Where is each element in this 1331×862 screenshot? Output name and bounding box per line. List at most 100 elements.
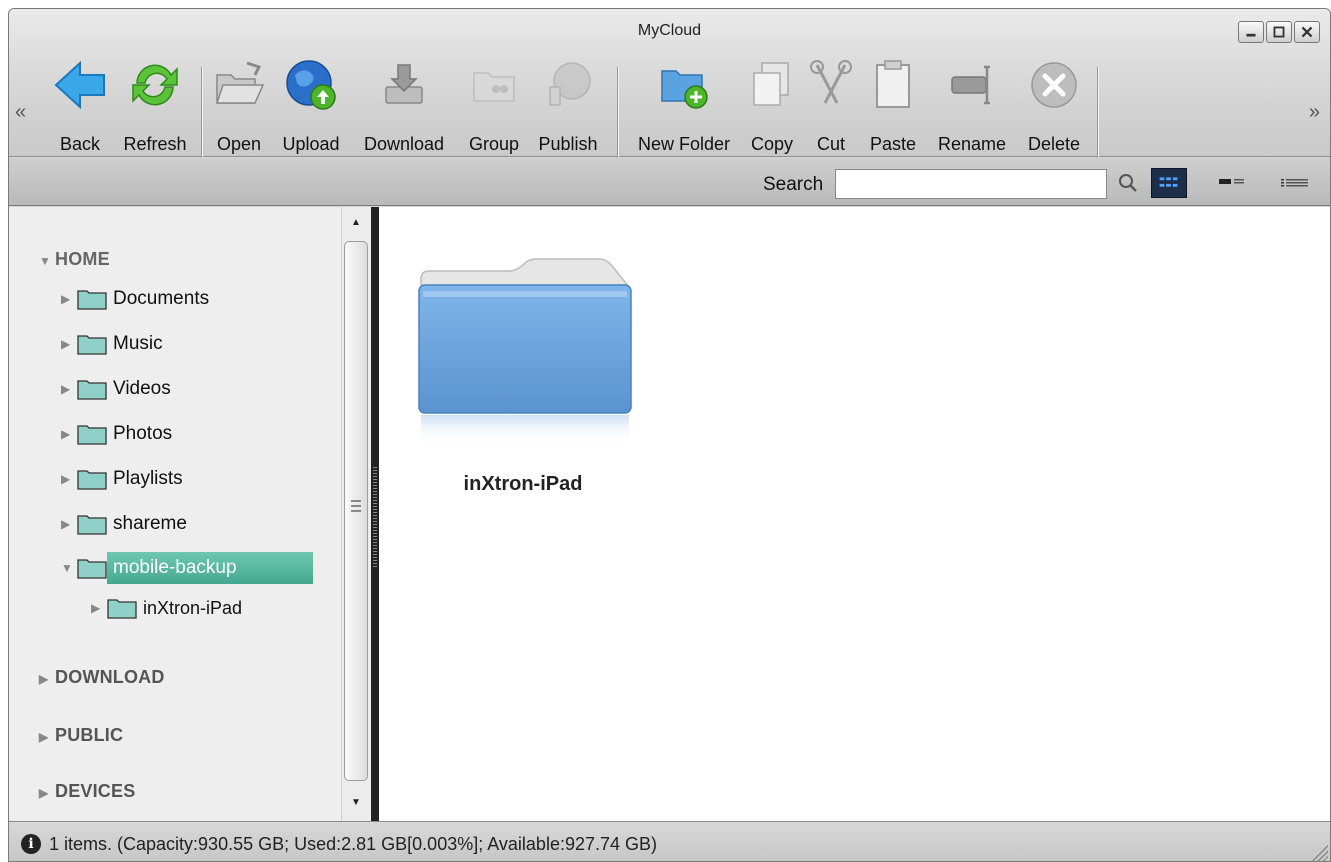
- group-icon: [473, 72, 515, 102]
- close-icon: [1301, 26, 1313, 38]
- minimize-button[interactable]: [1238, 21, 1264, 43]
- tree-item-label: mobile-backup: [107, 552, 313, 584]
- scroll-up-icon[interactable]: ▲: [351, 217, 361, 228]
- rename-button[interactable]: Rename: [927, 49, 1017, 154]
- open-button[interactable]: Open: [209, 49, 269, 154]
- folder-icon: [77, 380, 107, 400]
- tree-item-label: Documents: [113, 288, 210, 309]
- tree-item-playlists[interactable]: ▶ Playlists: [61, 464, 183, 494]
- copy-label: Copy: [750, 134, 794, 154]
- file-content-area: inXtron-iPad: [379, 207, 1330, 821]
- collapsed-arrow-icon: ▶: [61, 292, 71, 306]
- collapsed-arrow-icon: ▶: [61, 337, 71, 351]
- folder-icon: [77, 425, 107, 445]
- scrollbar-thumb[interactable]: [344, 241, 368, 781]
- refresh-label: Refresh: [123, 134, 187, 154]
- tree-section-label: PUBLIC: [55, 725, 124, 745]
- paste-label: Paste: [869, 134, 917, 154]
- toolbar-scroll-left[interactable]: «: [15, 101, 26, 124]
- refresh-button[interactable]: Refresh: [117, 49, 193, 154]
- download-label: Download: [363, 134, 445, 154]
- folder-name-label[interactable]: inXtron-iPad: [393, 473, 653, 496]
- tree-item-videos[interactable]: ▶ Videos: [61, 374, 171, 404]
- folder-icon: [77, 290, 107, 310]
- tree-section-download[interactable]: ▶ DOWNLOAD: [39, 667, 165, 688]
- info-icon: i: [21, 834, 41, 854]
- large-folder-icon[interactable]: [417, 257, 633, 452]
- mycloud-window: MyCloud « » Back Refresh Open Upload Dow…: [8, 8, 1331, 862]
- tree-item-photos[interactable]: ▶ Photos: [61, 419, 172, 449]
- tree-item-mobile-backup[interactable]: ▼ mobile-backup: [61, 552, 313, 584]
- download-button[interactable]: Download: [353, 49, 455, 154]
- tree-item-label: Music: [113, 333, 163, 354]
- icon-view-button[interactable]: [1151, 168, 1187, 198]
- tree-item-documents[interactable]: ▶ Documents: [61, 284, 209, 314]
- group-button[interactable]: Group: [461, 49, 527, 154]
- tree-item-label: Playlists: [113, 468, 183, 489]
- grip-icon: [351, 500, 361, 512]
- scroll-down-icon[interactable]: ▼: [351, 797, 361, 808]
- splitter-grip: [373, 467, 377, 567]
- detail-view-icon: [1281, 179, 1308, 187]
- folder-icon: [77, 335, 107, 355]
- tree-section-devices[interactable]: ▶ DEVICES: [39, 781, 135, 802]
- group-label: Group: [468, 134, 520, 154]
- new-folder-button[interactable]: New Folder: [625, 49, 743, 154]
- copy-icon: [753, 62, 789, 106]
- tree-section-home[interactable]: ▼ HOME: [39, 249, 110, 270]
- tree-scrollbar[interactable]: ▲ ▼: [341, 207, 369, 821]
- status-text: 1 items. (Capacity:930.55 GB; Used:2.81 …: [49, 834, 658, 854]
- back-label: Back: [59, 134, 101, 154]
- toolbar-scroll-right[interactable]: »: [1309, 101, 1320, 124]
- toolbar-area: MyCloud « » Back Refresh Open Upload Dow…: [9, 9, 1330, 159]
- clipboard-icon: [876, 60, 910, 108]
- tree-section-label: DOWNLOAD: [55, 667, 165, 687]
- toolbar-separator: [617, 67, 618, 159]
- new-folder-icon: [661, 70, 708, 109]
- expanded-arrow-icon: ▼: [39, 254, 52, 268]
- collapsed-arrow-icon: ▶: [61, 517, 71, 531]
- delete-button[interactable]: Delete: [1019, 49, 1089, 154]
- tree-item-label: inXtron-iPad: [143, 597, 243, 618]
- paste-button[interactable]: Paste: [859, 49, 927, 154]
- back-button[interactable]: Back: [49, 49, 111, 154]
- publish-button[interactable]: Publish: [531, 49, 605, 154]
- tree-item-label: Photos: [113, 423, 173, 444]
- search-icon[interactable]: [1115, 170, 1141, 196]
- collapsed-arrow-icon: ▶: [61, 427, 71, 441]
- maximize-icon: [1273, 26, 1285, 38]
- collapsed-arrow-icon: ▶: [61, 382, 71, 396]
- close-button[interactable]: [1294, 21, 1320, 43]
- search-input[interactable]: [835, 169, 1107, 199]
- resize-grip-icon[interactable]: [1310, 843, 1328, 861]
- open-label: Open: [216, 134, 262, 154]
- tree-item-music[interactable]: ▶ Music: [61, 329, 163, 359]
- tree-item-shareme[interactable]: ▶ shareme: [61, 509, 187, 539]
- toolbar-separator: [1097, 67, 1098, 159]
- tree-section-label: DEVICES: [55, 781, 136, 801]
- tree-item-inxtron-ipad[interactable]: ▶ inXtron-iPad: [91, 593, 242, 623]
- open-folder-icon: [215, 61, 265, 104]
- list-view-icon: [1219, 179, 1244, 184]
- folder-icon: [77, 470, 107, 490]
- collapsed-arrow-icon: ▶: [61, 472, 71, 486]
- tree-section-public[interactable]: ▶ PUBLIC: [39, 725, 123, 746]
- delete-icon: [1031, 62, 1077, 108]
- tree-item-label: shareme: [113, 513, 187, 534]
- back-arrow-icon: [54, 60, 105, 110]
- maximize-button[interactable]: [1266, 21, 1292, 43]
- window-title: MyCloud: [637, 22, 702, 39]
- rename-icon: [951, 65, 990, 105]
- delete-label: Delete: [1027, 134, 1081, 154]
- panel-splitter[interactable]: [371, 207, 379, 821]
- copy-button[interactable]: Copy: [743, 49, 801, 154]
- detail-view-button[interactable]: [1277, 168, 1313, 198]
- upload-globe-icon: [286, 60, 336, 110]
- cut-button[interactable]: Cut: [805, 49, 857, 154]
- grid-view-icon: [1159, 177, 1178, 187]
- toolbar-separator: [201, 67, 202, 159]
- upload-button[interactable]: Upload: [273, 49, 349, 154]
- collapsed-arrow-icon: ▶: [39, 730, 49, 744]
- folder-tree-panel: ▼ HOME ▶ Documents ▶ Music ▶ Videos ▶ Pho…: [9, 207, 371, 821]
- list-view-button[interactable]: [1215, 168, 1251, 198]
